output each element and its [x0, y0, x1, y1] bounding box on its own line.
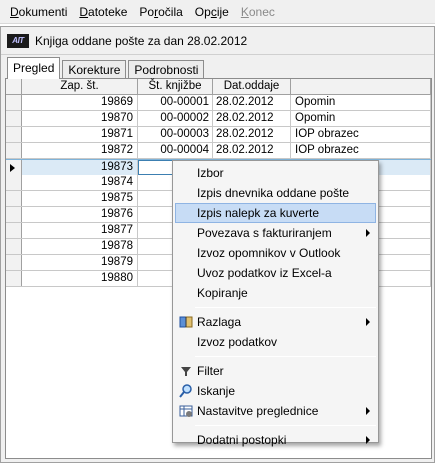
menu-bar: Dokumenti Datoteke Poročila Opcije Konec [0, 0, 435, 24]
menu-item-kopiranje[interactable]: Kopiranje [175, 283, 376, 303]
tab-strip: Pregled Korekture Podrobnosti [7, 57, 206, 79]
table-row[interactable]: 19869 00-00001 28.02.2012 Opomin [6, 95, 431, 111]
row-indicator-cell [6, 111, 22, 126]
column-header-datum[interactable]: Dat.oddaje [213, 79, 291, 95]
row-indicator-cell [6, 255, 22, 270]
cell-opis[interactable]: IOP obrazec [291, 127, 431, 142]
tab-podrobnosti[interactable]: Podrobnosti [128, 60, 205, 79]
menu-item-dodatni-postopki[interactable]: Dodatni postopki [175, 430, 376, 450]
table-row[interactable]: 19870 00-00002 28.02.2012 Opomin [6, 111, 431, 127]
cell-datum[interactable]: 28.02.2012 [213, 111, 291, 126]
cell-opis[interactable]: Opomin [291, 111, 431, 126]
cell-zap[interactable]: 19872 [22, 143, 138, 158]
window-title: Knjiga oddane pošte za dan 28.02.2012 [35, 33, 248, 48]
cell-datum[interactable]: 28.02.2012 [213, 127, 291, 142]
cell-zap[interactable]: 19877 [22, 223, 138, 238]
cell-zap[interactable]: 19876 [22, 207, 138, 222]
menu-item-izbor[interactable]: Izbor [175, 163, 376, 183]
menu-item-filter[interactable]: Filter [175, 361, 376, 381]
header-indicator-cell [6, 79, 22, 95]
menu-separator [195, 425, 376, 426]
menu-separator [195, 307, 376, 308]
submenu-arrow-icon [366, 318, 370, 326]
row-indicator-cell [6, 239, 22, 254]
cell-zap[interactable]: 19870 [22, 111, 138, 126]
cell-zap[interactable]: 19869 [22, 95, 138, 110]
table-row[interactable]: 19871 00-00003 28.02.2012 IOP obrazec [6, 127, 431, 143]
cell-zap[interactable]: 19875 [22, 191, 138, 206]
tab-pregled[interactable]: Pregled [7, 57, 61, 79]
menu-dokumenti[interactable]: Dokumenti [4, 2, 73, 22]
cell-zap[interactable]: 19880 [22, 271, 138, 286]
book-icon [179, 316, 193, 328]
submenu-arrow-icon [366, 436, 370, 444]
app-logo-icon: AIT [7, 33, 29, 48]
row-indicator-cell [6, 207, 22, 222]
menu-item-uvoz-excel[interactable]: Uvoz podatkov iz Excel-a [175, 263, 376, 283]
cell-knjizba[interactable]: 00-00004 [138, 143, 213, 158]
window-titlebar: AIT Knjiga oddane pošte za dan 28.02.201… [1, 27, 434, 55]
cell-datum[interactable]: 28.02.2012 [213, 95, 291, 110]
cell-knjizba[interactable]: 00-00001 [138, 95, 213, 110]
menu-konec: Konec [240, 4, 275, 19]
current-row-pointer-icon [10, 164, 15, 172]
row-indicator-cell [6, 271, 22, 286]
menu-item-izpis-nalepk[interactable]: Izpis nalepk za kuverte [175, 203, 376, 223]
row-indicator-cell [6, 143, 22, 158]
menu-item-povezava-fakturiranje[interactable]: Povezava s fakturiranjem [175, 223, 376, 243]
cell-opis[interactable]: IOP obrazec [291, 143, 431, 158]
menu-datoteke[interactable]: Datoteke [73, 2, 133, 22]
menu-separator [195, 356, 376, 357]
row-indicator-cell [6, 175, 22, 190]
cell-knjizba[interactable]: 00-00003 [138, 127, 213, 142]
magnifier-icon [179, 384, 192, 398]
cell-zap[interactable]: 19874 [22, 175, 138, 190]
submenu-arrow-icon [366, 229, 370, 237]
menu-opcije[interactable]: Opcije [189, 2, 235, 22]
cell-zap[interactable]: 19878 [22, 239, 138, 254]
cell-opis[interactable]: Opomin [291, 95, 431, 110]
cell-knjizba[interactable]: 00-00002 [138, 111, 213, 126]
column-header-opis[interactable] [291, 79, 431, 95]
submenu-arrow-icon [366, 407, 370, 415]
menu-item-razlaga[interactable]: Razlaga [175, 312, 376, 332]
row-indicator-cell [6, 127, 22, 142]
cell-datum[interactable]: 28.02.2012 [213, 143, 291, 158]
row-indicator-cell [6, 223, 22, 238]
tab-korekture[interactable]: Korekture [62, 60, 127, 79]
table-row[interactable]: 19872 00-00004 28.02.2012 IOP obrazec [6, 143, 431, 159]
context-menu: Izbor Izpis dnevnika oddane pošte Izpis … [172, 160, 379, 447]
grid-header: Zap. št. Št. knjižbe Dat.oddaje [6, 79, 431, 95]
column-header-knjizba[interactable]: Št. knjižbe [138, 79, 213, 95]
cell-zap[interactable]: 19871 [22, 127, 138, 142]
menu-item-iskanje[interactable]: Iskanje [175, 381, 376, 401]
filter-icon [181, 367, 191, 376]
row-indicator-cell [6, 160, 22, 175]
menu-item-nastavitve[interactable]: Nastavitve preglednice [175, 401, 376, 421]
row-indicator-cell [6, 95, 22, 110]
menu-item-izpis-dnevnika[interactable]: Izpis dnevnika oddane pošte [175, 183, 376, 203]
menu-item-izvoz-podatkov[interactable]: Izvoz podatkov [175, 332, 376, 352]
cell-zap[interactable]: 19879 [22, 255, 138, 270]
cell-zap[interactable]: 19873 [22, 160, 138, 175]
settings-icon [179, 405, 193, 417]
column-header-zap[interactable]: Zap. št. [22, 79, 138, 95]
row-indicator-cell [6, 191, 22, 206]
menu-porocila[interactable]: Poročila [133, 2, 188, 22]
menu-item-izvoz-outlook[interactable]: Izvoz opomnikov v Outlook [175, 243, 376, 263]
